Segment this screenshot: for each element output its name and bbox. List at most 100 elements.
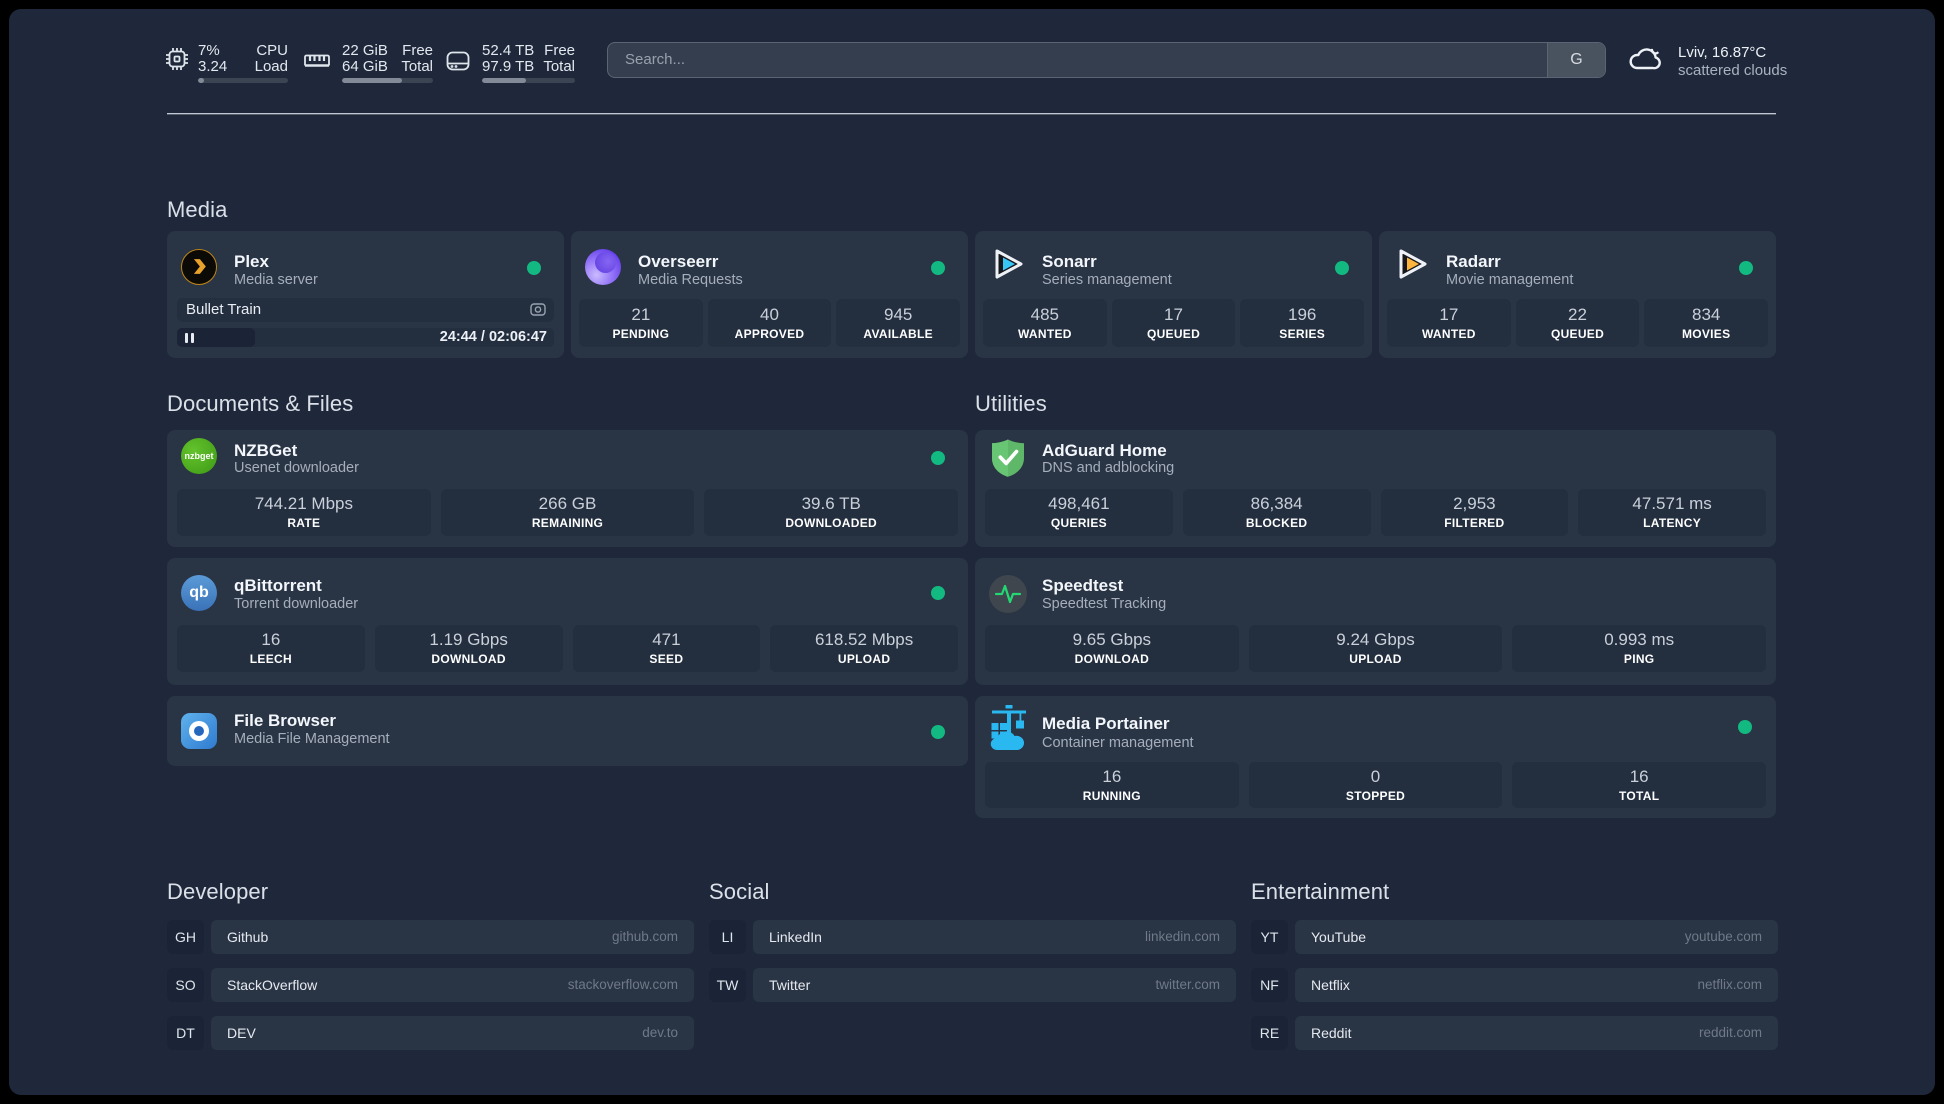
service-card-qbittorrent[interactable]: qb qBittorrent Torrent downloader 16 LEEC… [167, 558, 968, 685]
nzbget-status-dot [931, 451, 945, 465]
nzbget-stat-rate: 744.21 Mbps RATE [177, 489, 431, 536]
radarr-stat-queued: 22 QUEUED [1515, 299, 1640, 347]
service-card-nzbget[interactable]: nzbget NZBGet Usenet downloader 744.21 M… [167, 430, 968, 547]
speedtest-stat-ping: 0.993 ms PING [1512, 625, 1767, 672]
disk-total: 97.9 TB [482, 58, 535, 75]
filebrowser-subtitle: Media File Management [234, 731, 390, 747]
adguard-title: AdGuard Home [1042, 441, 1167, 460]
cpu-icon [166, 48, 188, 70]
adguard-stat-latency: 47.571 ms LATENCY [1578, 489, 1766, 536]
sonarr-stat-wanted: 485 WANTED [983, 299, 1107, 347]
memory-label-bottom: Total [401, 58, 433, 75]
sonarr-stat-series: 196 SERIES [1240, 299, 1365, 347]
section-title-media: Media [167, 197, 228, 222]
bookmark-reddit[interactable]: Reddit reddit.com [1295, 1016, 1778, 1050]
bookmark-dev[interactable]: DEV dev.to [211, 1016, 694, 1050]
section-title-social: Social [709, 879, 770, 904]
nzbget-stat-remaining: 266 GB REMAINING [440, 489, 695, 536]
disk-label-top: Free [544, 42, 575, 59]
speedtest-stat-download: 9.65 Gbps DOWNLOAD [985, 625, 1239, 672]
bookmark-netflix[interactable]: Netflix netflix.com [1295, 968, 1778, 1002]
sonarr-stat-queued: 17 QUEUED [1111, 299, 1236, 347]
filebrowser-status-dot [931, 725, 945, 739]
bookmark-reddit-abbr: RE [1251, 1016, 1288, 1050]
plex-time: 24:44 / 02:06:47 [439, 329, 547, 345]
adguard-icon [989, 438, 1027, 478]
portainer-stat-running: 16 RUNNING [985, 762, 1239, 808]
qbittorrent-icon: qb [181, 575, 217, 611]
bookmark-youtube[interactable]: YouTube youtube.com [1295, 920, 1778, 954]
qbittorrent-stat-seed: 471 SEED [572, 625, 761, 672]
disk-free: 52.4 TB [482, 42, 535, 59]
cpu-label-bottom: Load [254, 58, 288, 75]
sonarr-icon [989, 245, 1027, 283]
plex-status-dot [527, 261, 541, 275]
cpu-percent: 7% [198, 42, 220, 59]
adguard-stat-blocked: 86,384 BLOCKED [1182, 489, 1371, 536]
overseerr-stat-available: 945 AVAILABLE [836, 299, 961, 347]
adguard-subtitle: DNS and adblocking [1042, 460, 1175, 476]
portainer-icon [989, 705, 1029, 751]
sonarr-subtitle: Series management [1042, 272, 1172, 288]
plex-icon [181, 249, 217, 285]
cpu-load: 3.24 [198, 58, 228, 75]
cast-icon [530, 303, 546, 316]
section-title-documents: Documents & Files [167, 391, 354, 416]
portainer-status-dot [1738, 720, 1752, 734]
overseerr-subtitle: Media Requests [638, 272, 743, 288]
radarr-stat-wanted: 17 WANTED [1387, 299, 1511, 347]
search-placeholder: Search... [625, 51, 686, 68]
nzbget-title: NZBGet [234, 441, 298, 460]
radarr-title: Radarr [1446, 252, 1501, 271]
disk-widget: 52.4 TB Free 97.9 TB Total [482, 43, 575, 83]
search-input[interactable]: Search... G [607, 42, 1606, 78]
service-card-speedtest[interactable]: Speedtest Speedtest Tracking 9.65 Gbps DO… [975, 558, 1776, 685]
service-card-sonarr[interactable]: Sonarr Series management 485 WANTED 17 QUE… [975, 231, 1372, 358]
bookmark-twitter[interactable]: Twitter twitter.com [753, 968, 1236, 1002]
memory-label-top: Free [402, 42, 433, 59]
portainer-title: Media Portainer [1042, 714, 1170, 733]
qbittorrent-subtitle: Torrent downloader [234, 596, 359, 612]
plex-now-playing[interactable]: Bullet Train [177, 298, 554, 322]
service-card-radarr[interactable]: Radarr Movie management 17 WANTED 22 QUEUE… [1379, 231, 1776, 358]
service-card-overseerr[interactable]: Overseerr Media Requests 21 PENDING 40 APP… [571, 231, 968, 358]
section-title-entertainment: Entertainment [1251, 879, 1390, 904]
bookmark-stackoverflow-abbr: SO [167, 968, 204, 1002]
sonarr-title: Sonarr [1042, 252, 1097, 271]
weather-location-temp: Lviv, 16.87°C [1678, 44, 1767, 61]
adguard-stat-queries: 498,461 QUERIES [985, 489, 1173, 536]
weather-condition: scattered clouds [1678, 62, 1788, 79]
speedtest-icon [989, 575, 1027, 613]
bookmark-netflix-abbr: NF [1251, 968, 1288, 1002]
filebrowser-title: File Browser [234, 711, 337, 730]
service-card-adguard[interactable]: AdGuard Home DNS and adblocking 498,461 Q… [975, 430, 1776, 547]
cpu-bar [198, 78, 288, 83]
memory-total: 64 GiB [342, 58, 388, 75]
bookmark-github[interactable]: Github github.com [211, 920, 694, 954]
bookmark-youtube-abbr: YT [1251, 920, 1288, 954]
overseerr-stat-approved: 40 APPROVED [707, 299, 832, 347]
service-card-portainer[interactable]: Media Portainer Container management 16 R… [975, 696, 1776, 818]
bookmark-twitter-abbr: TW [709, 968, 746, 1002]
plex-subtitle: Media server [234, 272, 318, 288]
filebrowser-icon [181, 713, 217, 749]
service-card-filebrowser[interactable]: File Browser Media File Management [167, 696, 968, 766]
plex-progress-bar[interactable]: 24:44 / 02:06:47 [177, 328, 554, 347]
bookmark-stackoverflow[interactable]: StackOverflow stackoverflow.com [211, 968, 694, 1002]
disk-bar [482, 78, 575, 83]
weather-icon [1629, 48, 1661, 70]
radarr-icon [1393, 245, 1431, 283]
search-provider-button[interactable]: G [1547, 43, 1605, 77]
qbittorrent-status-dot [931, 586, 945, 600]
service-card-plex[interactable]: Plex Media server Bullet Train 24:44 / 0… [167, 231, 564, 358]
adguard-stat-filtered: 2,953 FILTERED [1380, 489, 1569, 536]
section-title-developer: Developer [167, 879, 269, 904]
disk-icon [446, 51, 470, 71]
memory-widget: 22 GiB Free 64 GiB Total [342, 43, 433, 83]
bookmark-linkedin[interactable]: LinkedIn linkedin.com [753, 920, 1236, 954]
topbar-divider [167, 113, 1776, 114]
memory-icon [304, 54, 330, 67]
speedtest-title: Speedtest [1042, 576, 1124, 595]
radarr-subtitle: Movie management [1446, 272, 1574, 288]
qbittorrent-title: qBittorrent [234, 576, 322, 595]
